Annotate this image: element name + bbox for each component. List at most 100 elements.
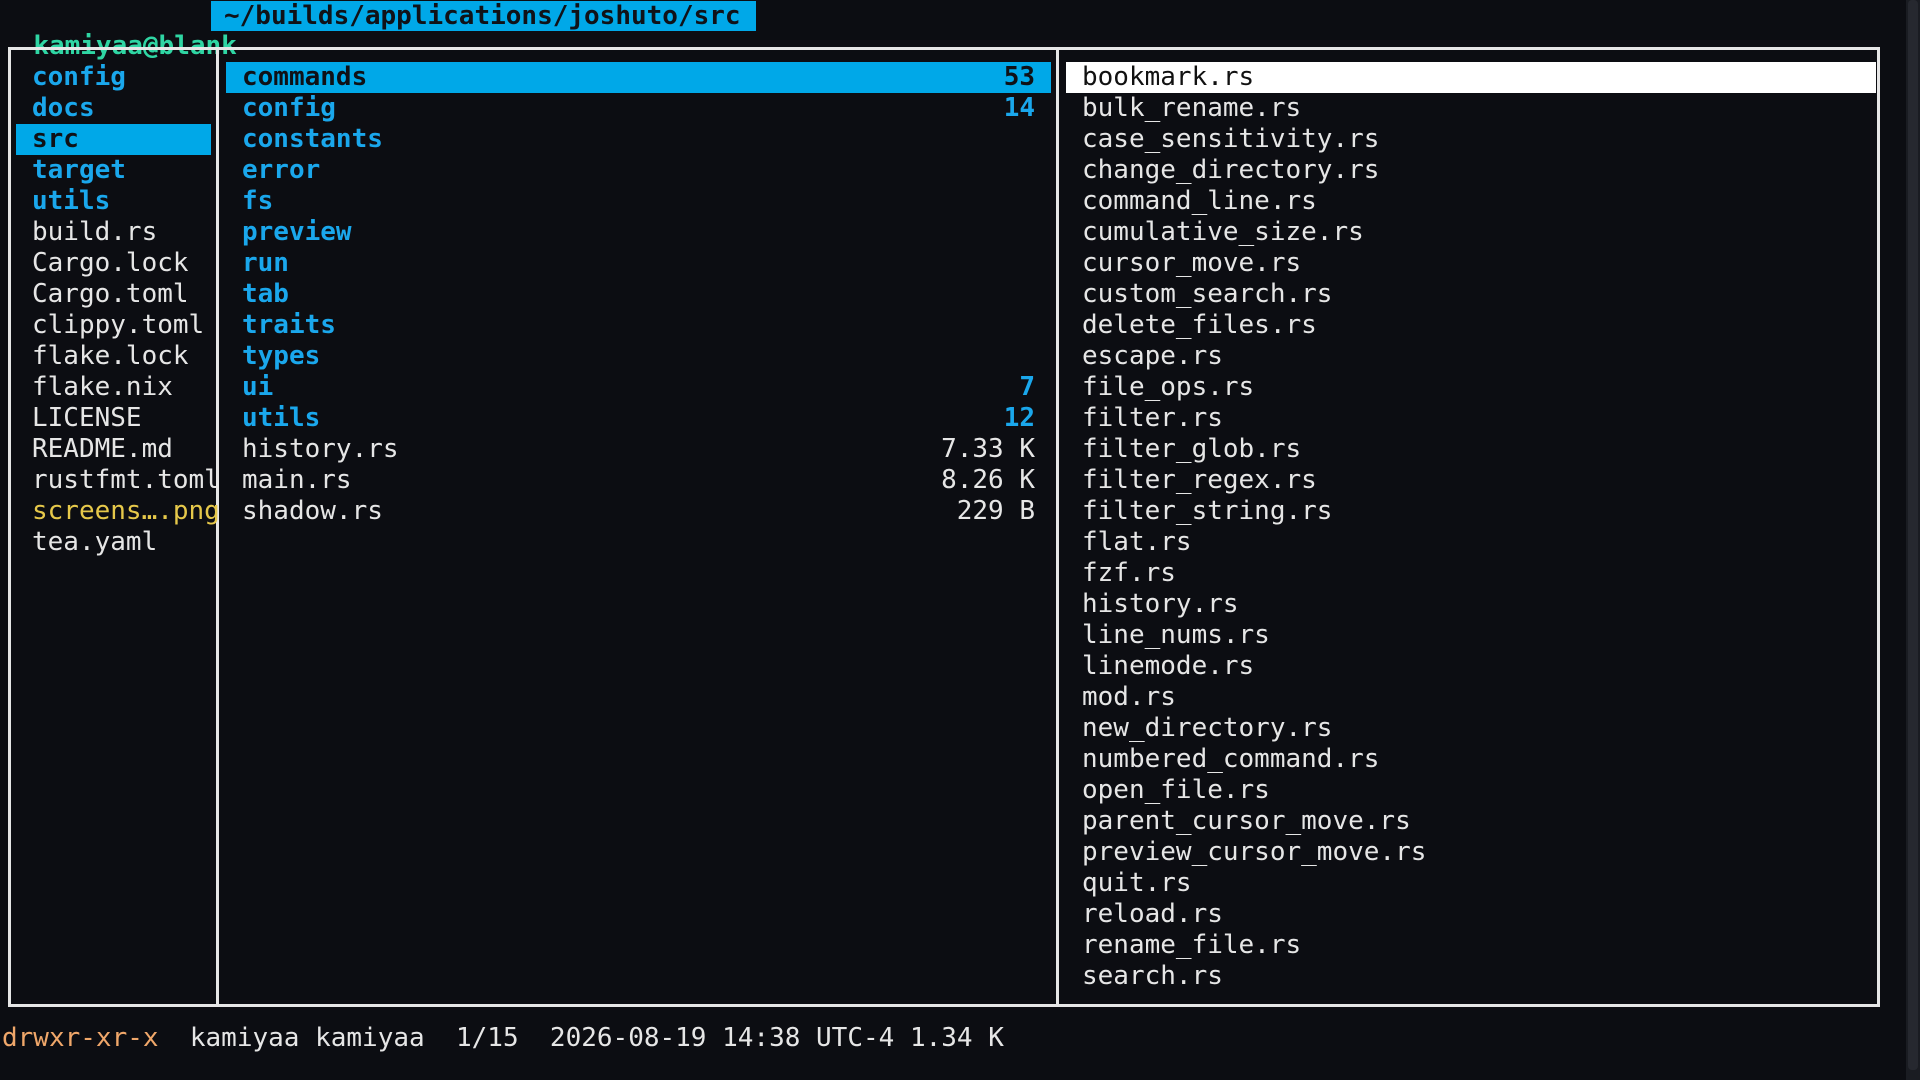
preview-pane-item[interactable]: cumulative_size.rs xyxy=(1066,217,1876,248)
current-pane-item[interactable]: history.rs 7.33 K xyxy=(226,434,1051,465)
owner: kamiyaa xyxy=(189,1023,300,1053)
preview-pane-item[interactable]: filter_regex.rs xyxy=(1066,465,1876,496)
parent-pane-item-name: target xyxy=(32,155,126,185)
preview-pane-item-name: case_sensitivity.rs xyxy=(1082,124,1380,154)
current-pane-item-size: 14 xyxy=(1003,93,1035,123)
parent-pane-item[interactable]: clippy.toml xyxy=(16,310,211,341)
current-pane-item-name: preview xyxy=(242,217,352,247)
preview-pane-item[interactable]: escape.rs xyxy=(1066,341,1876,372)
current-pane-item-size: 12 xyxy=(1003,403,1035,433)
preview-pane-item[interactable]: quit.rs xyxy=(1066,868,1876,899)
preview-pane-item[interactable]: bookmark.rs xyxy=(1066,62,1876,93)
parent-pane-item[interactable]: flake.lock xyxy=(16,341,211,372)
current-pane-item-name: main.rs xyxy=(242,465,352,495)
current-pane-item[interactable]: error xyxy=(226,155,1051,186)
preview-pane-item[interactable]: filter_string.rs xyxy=(1066,496,1876,527)
preview-pane-item-name: delete_files.rs xyxy=(1082,310,1317,340)
terminal-scrollbar-thumb[interactable] xyxy=(1908,0,1918,1070)
parent-pane-item-name: clippy.toml xyxy=(32,310,205,340)
current-pane-item-size: 8.26 K xyxy=(941,465,1035,495)
preview-pane-item[interactable]: filter_glob.rs xyxy=(1066,434,1876,465)
preview-pane-item-name: cumulative_size.rs xyxy=(1082,217,1364,247)
preview-pane-item[interactable]: change_directory.rs xyxy=(1066,155,1876,186)
parent-pane-item[interactable]: screens….png xyxy=(16,496,220,527)
parent-pane-item[interactable]: target xyxy=(16,155,211,186)
preview-pane-item[interactable]: cursor_move.rs xyxy=(1066,248,1876,279)
current-pane-item-name: utils xyxy=(242,403,321,433)
preview-pane-item[interactable]: new_directory.rs xyxy=(1066,713,1876,744)
parent-pane-item-name: docs xyxy=(32,93,95,123)
current-pane-item-name: error xyxy=(242,155,321,185)
preview-pane-item-name: rename_file.rs xyxy=(1082,930,1302,960)
parent-pane-item[interactable]: Cargo.toml xyxy=(16,279,211,310)
current-pane-item-name: run xyxy=(242,248,289,278)
status-bar: drwxr-xr-x kamiyaa kamiyaa 1/15 2026-08-… xyxy=(2,1023,1004,1054)
preview-pane-item[interactable]: fzf.rs xyxy=(1066,558,1876,589)
parent-pane-item-name: tea.yaml xyxy=(32,527,158,557)
current-pane-item[interactable]: commands 53 xyxy=(226,62,1051,93)
top-bar: kamiyaa@blank ~/builds/applications/josh… xyxy=(0,0,1920,61)
current-pane-item-name: fs xyxy=(242,186,274,216)
preview-pane-item-name: cursor_move.rs xyxy=(1082,248,1302,278)
current-pane-item[interactable]: types xyxy=(226,341,1051,372)
preview-pane-item[interactable]: delete_files.rs xyxy=(1066,310,1876,341)
current-pane-item[interactable]: utils 12 xyxy=(226,403,1051,434)
preview-pane-item[interactable]: bulk_rename.rs xyxy=(1066,93,1876,124)
permissions: drwxr-xr-x xyxy=(2,1023,159,1053)
parent-pane-item-name: Cargo.lock xyxy=(32,248,189,278)
preview-pane-item[interactable]: rename_file.rs xyxy=(1066,930,1876,961)
preview-pane-item[interactable]: mod.rs xyxy=(1066,682,1876,713)
parent-pane-item[interactable]: docs xyxy=(16,93,211,124)
preview-pane-item[interactable]: custom_search.rs xyxy=(1066,279,1876,310)
preview-pane-item[interactable]: reload.rs xyxy=(1066,899,1876,930)
current-pane-item[interactable]: ui 7 xyxy=(226,372,1051,403)
pane-divider-right xyxy=(1056,47,1059,1007)
preview-pane-item[interactable]: case_sensitivity.rs xyxy=(1066,124,1876,155)
parent-pane-item[interactable]: Cargo.lock xyxy=(16,248,211,279)
current-pane-item[interactable]: traits xyxy=(226,310,1051,341)
parent-pane-item[interactable]: flake.nix xyxy=(16,372,211,403)
parent-pane-item-name: rustfmt.toml xyxy=(32,465,220,495)
current-pane-item-name: tab xyxy=(242,279,289,309)
preview-pane-item[interactable]: history.rs xyxy=(1066,589,1876,620)
current-pane-item[interactable]: fs xyxy=(226,186,1051,217)
parent-pane-item[interactable]: LICENSE xyxy=(16,403,211,434)
preview-pane-item[interactable]: file_ops.rs xyxy=(1066,372,1876,403)
current-pane-item-size: 53 xyxy=(1003,62,1035,92)
preview-pane-item[interactable]: preview_cursor_move.rs xyxy=(1066,837,1876,868)
current-pane-item[interactable]: constants xyxy=(226,124,1051,155)
current-pane-item[interactable]: tab xyxy=(226,279,1051,310)
parent-pane-item-name: build.rs xyxy=(32,217,158,247)
preview-pane-item-name: preview_cursor_move.rs xyxy=(1082,837,1427,867)
preview-pane-item[interactable]: parent_cursor_move.rs xyxy=(1066,806,1876,837)
current-pane-item-name: config xyxy=(242,93,336,123)
preview-pane-item[interactable]: line_nums.rs xyxy=(1066,620,1876,651)
preview-pane-item-name: parent_cursor_move.rs xyxy=(1082,806,1411,836)
current-pane-item[interactable]: config 14 xyxy=(226,93,1051,124)
parent-pane-item[interactable]: build.rs xyxy=(16,217,211,248)
preview-pane-item[interactable]: linemode.rs xyxy=(1066,651,1876,682)
current-pane-item[interactable]: preview xyxy=(226,217,1051,248)
preview-pane-item-name: filter_glob.rs xyxy=(1082,434,1302,464)
parent-pane-item[interactable]: rustfmt.toml xyxy=(16,465,220,496)
parent-pane-item[interactable]: tea.yaml xyxy=(16,527,211,558)
current-pane-item-size: 7 xyxy=(1019,372,1035,402)
current-pane-item-name: types xyxy=(242,341,321,371)
parent-pane-item[interactable]: src xyxy=(16,124,211,155)
current-pane-item[interactable]: main.rs 8.26 K xyxy=(226,465,1051,496)
preview-pane-item[interactable]: open_file.rs xyxy=(1066,775,1876,806)
preview-pane-item[interactable]: search.rs xyxy=(1066,961,1876,992)
parent-pane-item[interactable]: utils xyxy=(16,186,211,217)
current-directory-pane: commands 53 config 14 constants error fs previe… xyxy=(226,62,1051,527)
current-pane-item[interactable]: shadow.rs 229 B xyxy=(226,496,1051,527)
preview-pane-item-name: command_line.rs xyxy=(1082,186,1317,216)
current-pane-item-size: 229 B xyxy=(956,496,1035,526)
preview-pane-item[interactable]: flat.rs xyxy=(1066,527,1876,558)
preview-pane-item[interactable]: numbered_command.rs xyxy=(1066,744,1876,775)
parent-pane-item[interactable]: config xyxy=(16,62,211,93)
preview-pane-item[interactable]: filter.rs xyxy=(1066,403,1876,434)
current-pane-item[interactable]: run xyxy=(226,248,1051,279)
parent-pane-item[interactable]: README.md xyxy=(16,434,211,465)
preview-pane-item[interactable]: command_line.rs xyxy=(1066,186,1876,217)
parent-directory-pane: config docs src target utils build.rs Cargo.lo… xyxy=(16,62,220,558)
